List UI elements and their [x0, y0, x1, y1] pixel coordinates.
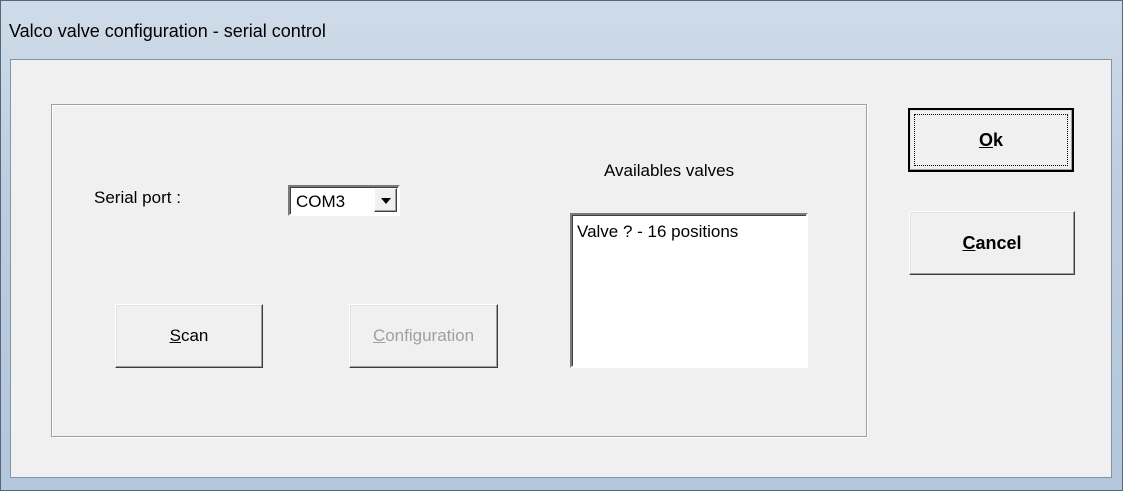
- configuration-label-rest: onfiguration: [385, 326, 475, 345]
- ok-button[interactable]: Ok: [908, 108, 1074, 172]
- serial-port-label: Serial port :: [94, 188, 181, 207]
- scan-mnemonic: S: [169, 326, 181, 345]
- chevron-down-icon: [381, 198, 391, 204]
- settings-group: Serial port : COM3 Availables valves Val…: [51, 104, 867, 437]
- serial-port-dropdown-button[interactable]: [374, 188, 397, 212]
- dialog-window: Valco valve configuration - serial contr…: [0, 0, 1123, 491]
- focus-rectangle: [914, 114, 1068, 166]
- serial-port-select[interactable]: COM3: [288, 185, 400, 216]
- configuration-mnemonic: C: [372, 326, 386, 345]
- dialog-client-area: Serial port : COM3 Availables valves Val…: [10, 59, 1112, 478]
- title-bar[interactable]: Valco valve configuration - serial contr…: [1, 1, 1122, 59]
- cancel-mnemonic: C: [962, 232, 976, 253]
- serial-port-value: COM3: [296, 192, 346, 211]
- cancel-label-rest: ancel: [975, 232, 1022, 253]
- window-title: Valco valve configuration - serial contr…: [9, 21, 326, 41]
- scan-label-rest: can: [180, 326, 209, 345]
- scan-button[interactable]: Scan: [115, 304, 263, 368]
- list-item[interactable]: Valve ? - 16 positions: [577, 222, 738, 242]
- available-valves-label: Availables valves: [604, 161, 735, 180]
- cancel-button[interactable]: Cancel: [909, 211, 1075, 275]
- configuration-button[interactable]: Configuration: [349, 304, 498, 368]
- available-valves-list[interactable]: Valve ? - 16 positions: [570, 213, 808, 368]
